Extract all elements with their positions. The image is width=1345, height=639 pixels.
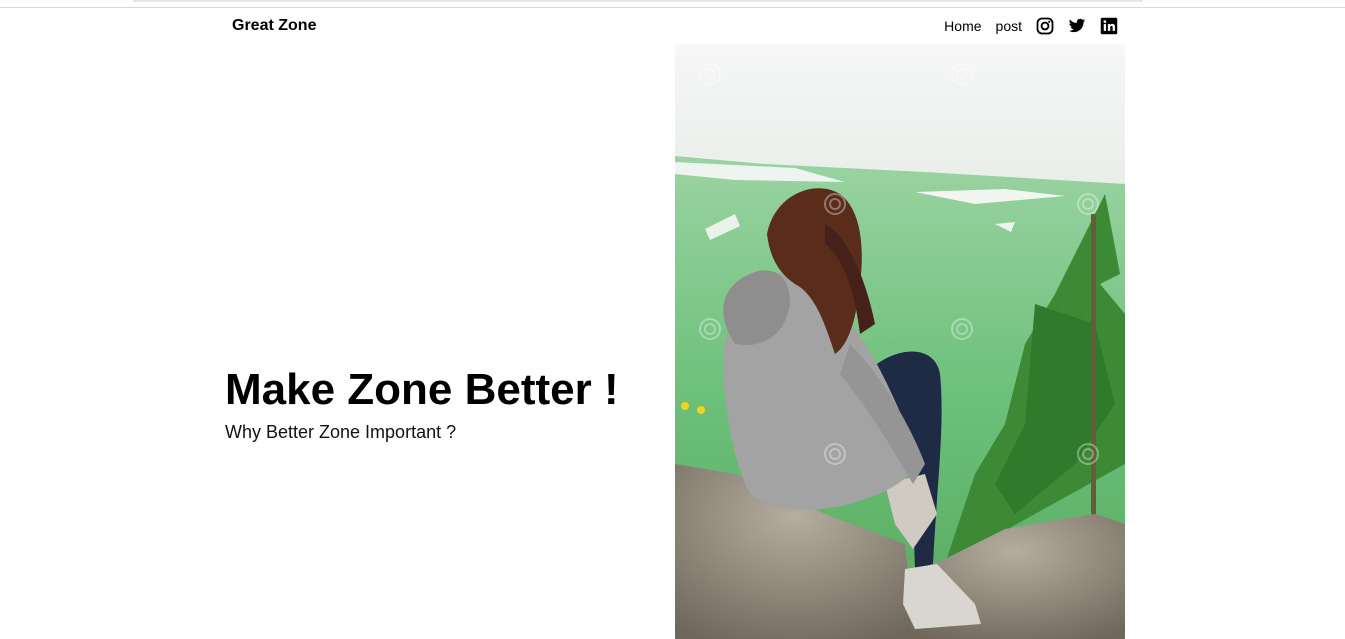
brand-logo-text[interactable]: Great Zone xyxy=(232,17,316,35)
browser-top-strip xyxy=(133,0,1143,2)
nav-link-home[interactable]: Home xyxy=(944,18,981,34)
page-top-divider xyxy=(0,7,1345,8)
linkedin-icon[interactable] xyxy=(1100,17,1118,35)
hero-image xyxy=(675,44,1125,639)
twitter-icon[interactable] xyxy=(1068,17,1086,35)
instagram-icon[interactable] xyxy=(1036,17,1054,35)
nav-menu: Home post xyxy=(944,17,1118,35)
navbar: Great Zone Home post xyxy=(225,10,1125,42)
hero-text-block: Make Zone Better ! Why Better Zone Impor… xyxy=(225,366,665,443)
hero-title: Make Zone Better ! xyxy=(225,365,619,414)
hero-subtitle: Why Better Zone Important ? xyxy=(225,422,457,442)
nav-link-post[interactable]: post xyxy=(996,18,1022,34)
